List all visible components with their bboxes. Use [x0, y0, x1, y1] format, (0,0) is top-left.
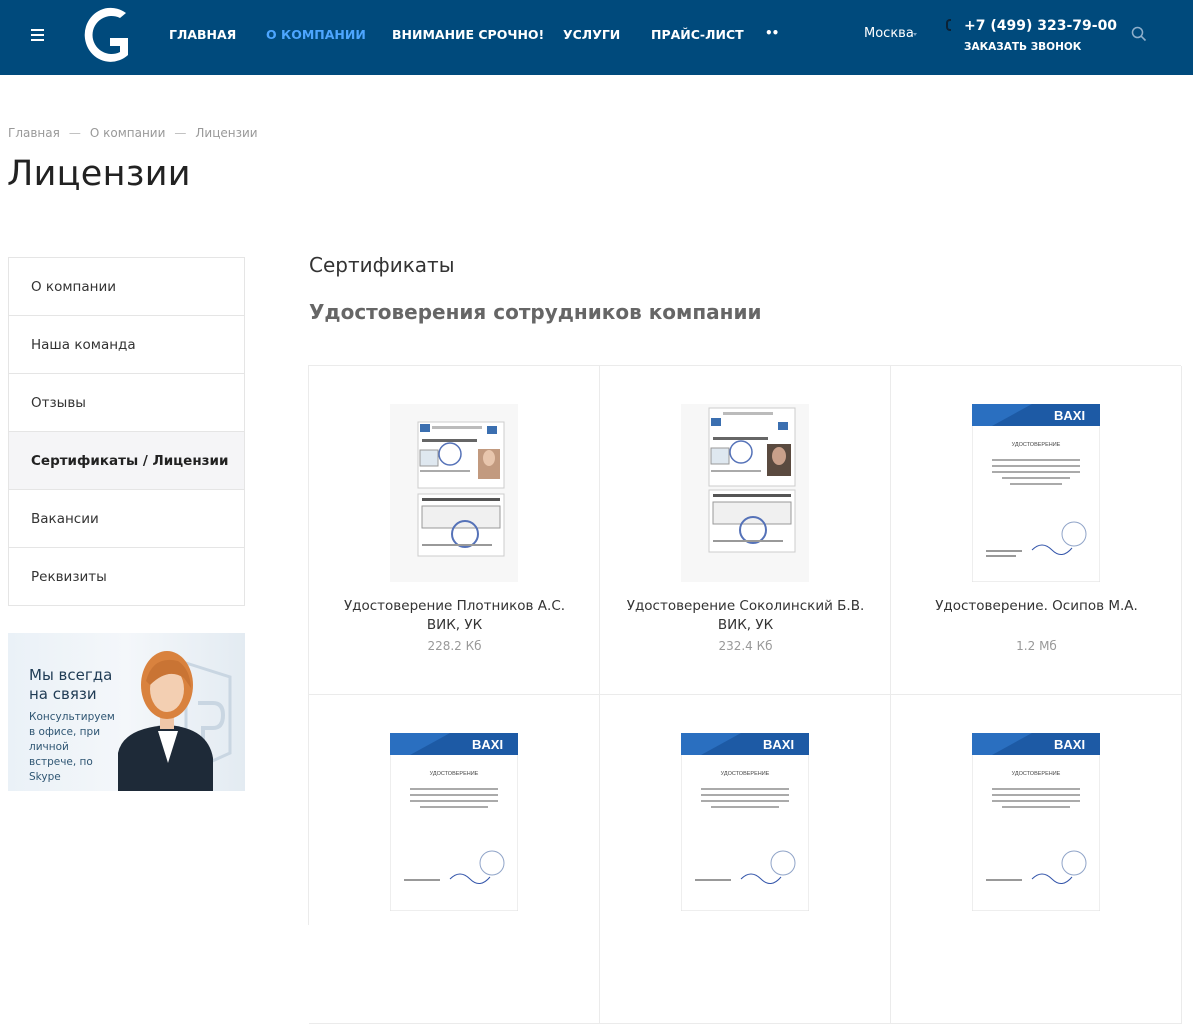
search-icon[interactable] [1131, 26, 1147, 42]
banner-text: Консультируем в офисе, при личной встреч… [29, 711, 115, 783]
documents-grid: Удостоверение Плотников А.С. ВИК, УК 228… [308, 365, 1182, 1024]
document-name[interactable]: Удостоверение Плотников А.С. ВИК, УК [329, 597, 580, 635]
nav-item-services[interactable]: УСЛУГИ [563, 27, 620, 42]
document-name[interactable]: Удостоверение Соколинский Б.В. ВИК, УК [620, 597, 871, 635]
baxi-doc-title: УДОСТОВЕРЕНИЕ [1012, 442, 1061, 448]
contact-banner[interactable]: Мы всегда на связи Консультируем в офисе… [8, 633, 245, 791]
document-size: 232.4 Кб [718, 639, 773, 653]
sidebar-item-team[interactable]: Наша команда [9, 316, 244, 374]
banner-title: Мы всегда на связи [29, 666, 113, 703]
baxi-doc-title: УДОСТОВЕРЕНИЕ [721, 771, 770, 777]
baxi-certificate-thumbnail: BAXI УДОСТОВЕРЕНИЕ [972, 404, 1100, 582]
baxi-logo-text: BAXI [1054, 737, 1085, 752]
breadcrumb-current: Лицензии [195, 126, 258, 140]
section-subtitle: Удостоверения сотрудников компании [309, 300, 762, 324]
document-card[interactable]: BAXI УДОСТОВЕРЕНИЕ [600, 695, 891, 1024]
phone-icon [946, 19, 951, 31]
baxi-certificate-thumbnail: BAXI УДОСТОВЕРЕНИЕ [681, 733, 809, 911]
section-title: Сертификаты [309, 253, 455, 277]
sidebar-item-reviews[interactable]: Отзывы [9, 374, 244, 432]
baxi-logo-text: BAXI [763, 737, 794, 752]
baxi-certificate-thumbnail: BAXI УДОСТОВЕРЕНИЕ [972, 733, 1100, 911]
breadcrumb-home[interactable]: Главная [8, 126, 60, 140]
sidebar-item-requisites[interactable]: Реквизиты [9, 548, 244, 605]
document-size: 1.2 Мб [1016, 639, 1057, 653]
document-size: 228.2 Кб [427, 639, 482, 653]
baxi-doc-title: УДОСТОВЕРЕНИЕ [430, 771, 479, 777]
id-card-thumbnail [681, 404, 809, 582]
sidebar-menu: О компании Наша команда Отзывы Сертифика… [8, 257, 245, 606]
document-card[interactable]: BAXI УДОСТОВЕРЕНИЕ Удостоверение. Осипов… [891, 366, 1182, 695]
sidebar-item-about[interactable]: О компании [9, 258, 244, 316]
menu-icon[interactable] [31, 29, 44, 41]
chevron-down-icon [913, 33, 917, 36]
page-title: Лицензии [7, 154, 191, 194]
document-name[interactable]: Удостоверение. Осипов М.А. [911, 597, 1162, 616]
nav-more-button[interactable]: •• [765, 26, 779, 40]
breadcrumb: Главная — О компании — Лицензии [8, 126, 258, 140]
baxi-doc-title: УДОСТОВЕРЕНИЕ [1012, 771, 1061, 777]
nav-item-home[interactable]: ГЛАВНАЯ [169, 27, 236, 42]
city-selector[interactable]: Москва [864, 26, 914, 41]
document-card[interactable]: Удостоверение Соколинский Б.В. ВИК, УК 2… [600, 366, 891, 695]
callback-link[interactable]: ЗАКАЗАТЬ ЗВОНОК [964, 41, 1081, 53]
id-card-thumbnail [390, 404, 518, 582]
document-card[interactable]: BAXI УДОСТОВЕРЕНИЕ [309, 695, 600, 1024]
nav-item-about[interactable]: О КОМПАНИИ [266, 27, 366, 42]
breadcrumb-about[interactable]: О компании [90, 126, 166, 140]
company-logo[interactable]: ПГЭС [82, 7, 134, 65]
sidebar-item-certificates[interactable]: Сертификаты / Лицензии [9, 432, 244, 490]
baxi-logo-text: BAXI [472, 737, 503, 752]
phone-number[interactable]: +7 (499) 323-79-00 [964, 18, 1117, 34]
sidebar-item-vacancies[interactable]: Вакансии [9, 490, 244, 548]
site-header: ПГЭС ГЛАВНАЯ О КОМПАНИИ ВНИМАНИЕ СРОЧНО!… [0, 0, 1193, 75]
nav-item-pricelist[interactable]: ПРАЙС-ЛИСТ [651, 27, 744, 42]
document-card[interactable]: BAXI УДОСТОВЕРЕНИЕ [891, 695, 1182, 1024]
nav-item-urgent[interactable]: ВНИМАНИЕ СРОЧНО! [392, 27, 544, 42]
baxi-logo-text: BAXI [1054, 408, 1085, 423]
logo-text: ПГЭС [95, 30, 120, 40]
baxi-certificate-thumbnail: BAXI УДОСТОВЕРЕНИЕ [390, 733, 518, 911]
document-card[interactable]: Удостоверение Плотников А.С. ВИК, УК 228… [309, 366, 600, 695]
